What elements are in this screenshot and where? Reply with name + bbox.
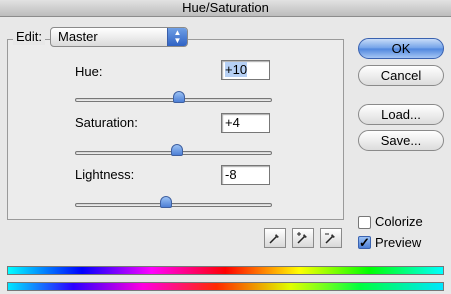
hue-slider-thumb[interactable] [172,91,185,103]
edit-dropdown[interactable]: Master ▲ ▼ [50,27,188,47]
checkmark-icon: ✓ [359,235,370,250]
lightness-label: Lightness: [75,167,135,182]
lightness-slider-track[interactable] [75,203,272,207]
eyedropper-minus-icon [325,233,335,244]
edit-label: Edit: [13,29,46,45]
hue-label: Hue: [75,64,103,79]
saturation-value: +4 [225,115,240,130]
eyedropper-icon [269,234,279,244]
output-spectrum-bar [7,282,444,291]
eyedropper-minus-button[interactable] [320,228,342,248]
eyedropper-plus-button[interactable] [292,228,314,248]
updown-arrows-icon: ▲ ▼ [167,28,187,46]
eyedropper-button[interactable] [264,228,286,248]
saturation-input[interactable]: +4 [221,113,270,133]
lightness-slider-thumb[interactable] [159,196,172,208]
save-button[interactable]: Save... [358,130,444,151]
saturation-slider-thumb[interactable] [171,144,184,156]
settings-group [7,39,344,220]
cancel-button[interactable]: Cancel [358,65,444,86]
preview-checkbox[interactable]: ✓ [358,236,371,249]
edit-dropdown-value: Master [58,29,98,44]
preview-label: Preview [375,235,422,250]
saturation-label: Saturation: [75,115,138,130]
ok-button[interactable]: OK [358,38,444,59]
lightness-value: -8 [225,167,237,182]
hue-value: +10 [225,62,248,77]
lightness-input[interactable]: -8 [221,165,270,185]
window-title: Hue/Saturation [182,0,269,15]
hue-input[interactable]: +10 [221,60,270,80]
colorize-checkbox[interactable] [358,216,371,229]
window-titlebar: Hue/Saturation [0,0,451,17]
eyedropper-plus-icon [297,232,307,244]
load-button[interactable]: Load... [358,104,444,125]
colorize-label: Colorize [375,214,423,229]
input-spectrum-bar [7,266,444,275]
